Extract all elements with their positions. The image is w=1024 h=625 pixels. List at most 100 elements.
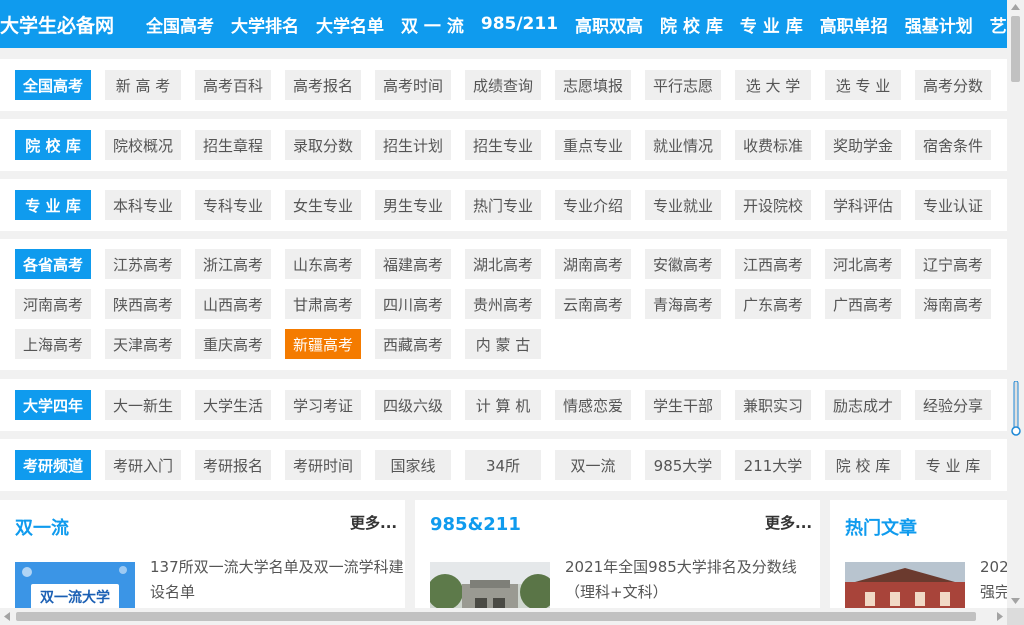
tag-link[interactable]: 院 校 库 xyxy=(825,450,901,480)
tag-link[interactable]: 专业就业 xyxy=(645,190,721,220)
tag-link[interactable]: 成绩查询 xyxy=(465,70,541,100)
nav-link-single-recruit[interactable]: 高职单招 xyxy=(820,12,888,37)
tag-link[interactable]: 贵州高考 xyxy=(465,289,541,319)
tag-link[interactable]: 励志成才 xyxy=(825,390,901,420)
panel-title[interactable]: 985&211 xyxy=(430,514,521,535)
tag-link[interactable]: 就业情况 xyxy=(645,130,721,160)
tag-link[interactable]: 学科评估 xyxy=(825,190,901,220)
tag-link[interactable]: 河北高考 xyxy=(825,249,901,279)
nav-link-double-first-class[interactable]: 双 一 流 xyxy=(401,12,464,37)
nav-link-ranking[interactable]: 大学排名 xyxy=(231,12,299,37)
article-link[interactable]: 202 强完 xyxy=(980,555,1007,605)
tag-link[interactable]: 辽宁高考 xyxy=(915,249,991,279)
tag-link[interactable]: 招生专业 xyxy=(465,130,541,160)
panel-title[interactable]: 双一流 xyxy=(15,514,69,540)
nav-link-vocational[interactable]: 高职双高 xyxy=(575,12,643,37)
tag-link[interactable]: 安徽高考 xyxy=(645,249,721,279)
tag-link[interactable]: 女生专业 xyxy=(285,190,361,220)
tag-link[interactable]: 上海高考 xyxy=(15,329,91,359)
tag-link[interactable]: 专 业 库 xyxy=(915,450,991,480)
tag-link[interactable]: 收费标准 xyxy=(735,130,811,160)
category-label[interactable]: 院 校 库 xyxy=(15,130,91,160)
tag-link[interactable]: 双一流 xyxy=(555,450,631,480)
tag-link[interactable]: 山西高考 xyxy=(195,289,271,319)
tag-link[interactable]: 大一新生 xyxy=(105,390,181,420)
tag-link-active[interactable]: 新疆高考 xyxy=(285,329,361,359)
tag-link[interactable]: 奖助学金 xyxy=(825,130,901,160)
tag-link[interactable]: 热门专业 xyxy=(465,190,541,220)
tag-link[interactable]: 高考时间 xyxy=(375,70,451,100)
tag-link[interactable]: 高考报名 xyxy=(285,70,361,100)
more-link[interactable]: 更多... xyxy=(350,512,397,533)
tag-link[interactable]: 计 算 机 xyxy=(465,390,541,420)
nav-link-arts[interactable]: 艺术 xyxy=(990,12,1007,37)
nav-link-majors[interactable]: 专 业 库 xyxy=(740,12,803,37)
tag-link[interactable]: 新 高 考 xyxy=(105,70,181,100)
tag-link[interactable]: 大学生活 xyxy=(195,390,271,420)
zoom-slider[interactable] xyxy=(1011,380,1021,437)
tag-link[interactable]: 本科专业 xyxy=(105,190,181,220)
nav-link-strong-base[interactable]: 强基计划 xyxy=(905,12,973,37)
article-link[interactable]: 137所双一流大学名单及双一流学科建 设名单 xyxy=(150,555,405,605)
tag-link[interactable]: 选 专 业 xyxy=(825,70,901,100)
tag-link[interactable]: 录取分数 xyxy=(285,130,361,160)
tag-link[interactable]: 高考分数 xyxy=(915,70,991,100)
tag-link[interactable]: 招生计划 xyxy=(375,130,451,160)
tag-link[interactable]: 211大学 xyxy=(735,450,811,480)
tag-link[interactable]: 云南高考 xyxy=(555,289,631,319)
tag-link[interactable]: 考研报名 xyxy=(195,450,271,480)
panel-title[interactable]: 热门文章 xyxy=(845,514,917,540)
tag-link[interactable]: 四川高考 xyxy=(375,289,451,319)
tag-link[interactable]: 天津高考 xyxy=(105,329,181,359)
category-label[interactable]: 大学四年 xyxy=(15,390,91,420)
category-label[interactable]: 各省高考 xyxy=(15,249,91,279)
category-label[interactable]: 考研频道 xyxy=(15,450,91,480)
tag-link[interactable]: 海南高考 xyxy=(915,289,991,319)
tag-link[interactable]: 选 大 学 xyxy=(735,70,811,100)
tag-link[interactable]: 高考百科 xyxy=(195,70,271,100)
tag-link[interactable]: 开设院校 xyxy=(735,190,811,220)
tag-link[interactable]: 湖北高考 xyxy=(465,249,541,279)
tag-link[interactable]: 学习考证 xyxy=(285,390,361,420)
tag-link[interactable]: 985大学 xyxy=(645,450,721,480)
tag-link[interactable]: 重点专业 xyxy=(555,130,631,160)
tag-link[interactable]: 情感恋爱 xyxy=(555,390,631,420)
tag-link[interactable]: 宿舍条件 xyxy=(915,130,991,160)
tag-link[interactable]: 考研时间 xyxy=(285,450,361,480)
tag-link[interactable]: 西藏高考 xyxy=(375,329,451,359)
tag-link[interactable]: 山东高考 xyxy=(285,249,361,279)
tag-link[interactable]: 四级六级 xyxy=(375,390,451,420)
tag-link[interactable]: 青海高考 xyxy=(645,289,721,319)
tag-link[interactable]: 院校概况 xyxy=(105,130,181,160)
more-link[interactable]: 更多... xyxy=(765,512,812,533)
tag-link[interactable]: 河南高考 xyxy=(15,289,91,319)
tag-link[interactable]: 江苏高考 xyxy=(105,249,181,279)
tag-link[interactable]: 考研入门 xyxy=(105,450,181,480)
tag-link[interactable]: 国家线 xyxy=(375,450,451,480)
category-label[interactable]: 全国高考 xyxy=(15,70,91,100)
vertical-scrollbar[interactable] xyxy=(1007,0,1024,608)
tag-link[interactable]: 专科专业 xyxy=(195,190,271,220)
tag-link[interactable]: 重庆高考 xyxy=(195,329,271,359)
tag-link[interactable]: 甘肃高考 xyxy=(285,289,361,319)
article-link[interactable]: 2021年全国985大学排名及分数线 （理科+文科） xyxy=(565,555,815,605)
tag-link[interactable]: 专业介绍 xyxy=(555,190,631,220)
tag-link[interactable]: 江西高考 xyxy=(735,249,811,279)
tag-link[interactable]: 兼职实习 xyxy=(735,390,811,420)
tag-link[interactable]: 专业认证 xyxy=(915,190,991,220)
scroll-thumb[interactable] xyxy=(1011,16,1020,82)
nav-link-985-211[interactable]: 985/211 xyxy=(481,14,558,34)
tag-link[interactable]: 福建高考 xyxy=(375,249,451,279)
nav-link-list[interactable]: 大学名单 xyxy=(316,12,384,37)
tag-link[interactable]: 陕西高考 xyxy=(105,289,181,319)
tag-link[interactable]: 浙江高考 xyxy=(195,249,271,279)
tag-link[interactable]: 招生章程 xyxy=(195,130,271,160)
scroll-thumb[interactable] xyxy=(16,612,976,621)
category-label[interactable]: 专 业 库 xyxy=(15,190,91,220)
tag-link[interactable]: 男生专业 xyxy=(375,190,451,220)
tag-link[interactable]: 平行志愿 xyxy=(645,70,721,100)
nav-link-schools[interactable]: 院 校 库 xyxy=(660,12,723,37)
tag-link[interactable]: 广西高考 xyxy=(825,289,901,319)
tag-link[interactable]: 内 蒙 古 xyxy=(465,329,541,359)
site-logo[interactable]: 大学生必备网 xyxy=(0,11,114,38)
